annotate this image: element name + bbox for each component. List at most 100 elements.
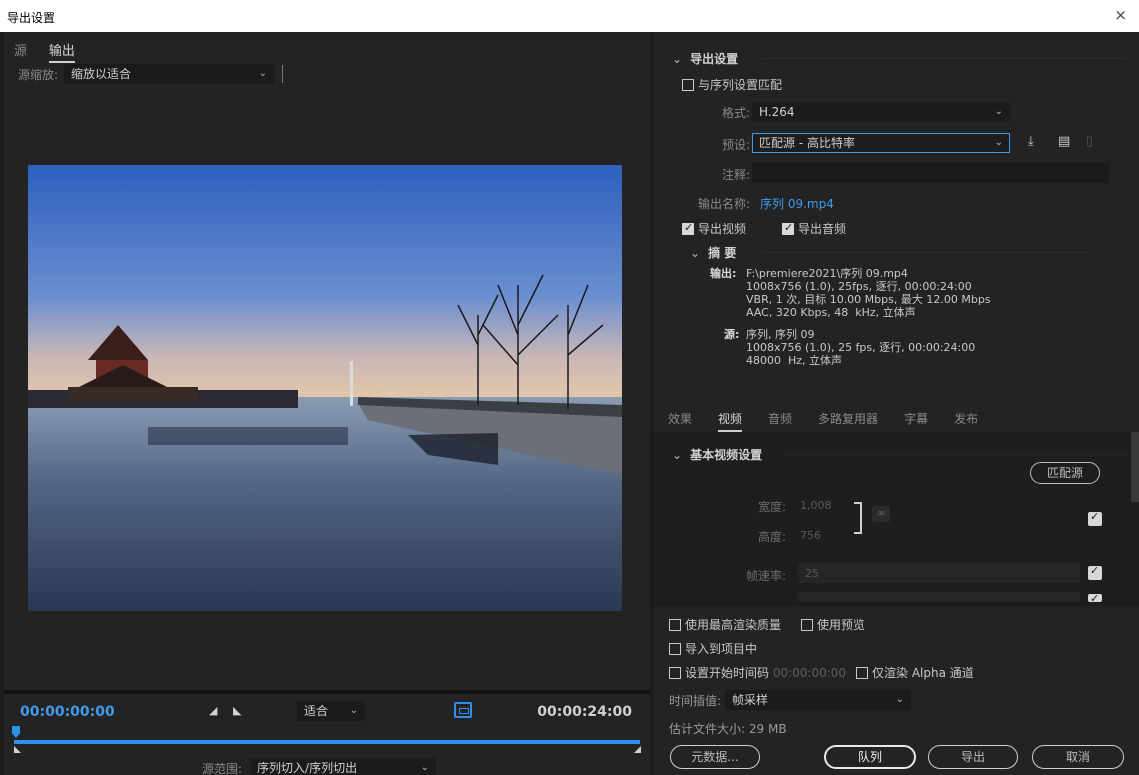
tab-effects[interactable]: 效果 (668, 410, 692, 432)
comment-label: 注释: (721, 168, 750, 182)
render-alpha-only-checkbox[interactable]: 仅渲染 Alpha 通道 (856, 664, 974, 681)
window-title: 导出设置 (7, 11, 56, 25)
format-label: 格式: (721, 106, 750, 120)
timeline-range-bar[interactable] (14, 740, 640, 744)
tab-video[interactable]: 视频 (718, 410, 743, 432)
export-settings-header[interactable]: ⌄ 导出设置 (672, 50, 738, 67)
preset-dropdown[interactable]: 匹配源 - 高比特率 ⌄ (752, 133, 1010, 153)
field-order-dropdown[interactable] (798, 592, 1080, 602)
video-preview (28, 165, 622, 611)
chevron-down-icon: ⌄ (994, 106, 1003, 117)
tab-publish[interactable]: 发布 (954, 410, 978, 432)
trash-icon[interactable]: ▯ (1086, 134, 1093, 149)
in-point-handle[interactable] (14, 746, 21, 753)
source-range-dropdown[interactable]: 序列切入/序列切出 ⌄ (250, 758, 437, 775)
queue-button[interactable]: 队列 (824, 745, 916, 769)
comment-input[interactable] (752, 163, 1109, 183)
set-start-timecode-label: 设置开始时间码 (685, 666, 770, 680)
basic-video-header[interactable]: ⌄ 基本视频设置 (672, 446, 762, 463)
chain-link-icon[interactable]: ∞ (872, 506, 890, 522)
out-point-handle[interactable] (634, 746, 641, 753)
basic-video-title: 基本视频设置 (690, 448, 763, 462)
duration-timecode: 00:00:24:00 (537, 704, 632, 720)
source-scaling-value: 缩放以适合 (71, 67, 132, 81)
start-timecode-value[interactable]: 00:00:00:00 (773, 666, 846, 680)
field-order-override-checkbox[interactable] (1088, 592, 1102, 605)
cancel-button[interactable]: 取消 (1032, 745, 1124, 769)
match-source-button[interactable]: 匹配源 (1030, 462, 1100, 484)
output-name-link[interactable]: 序列 09.mp4 (760, 195, 834, 212)
fit-dropdown[interactable]: 适合 ⌄ (297, 701, 365, 721)
height-value[interactable]: 756 (800, 529, 821, 542)
tab-source[interactable]: 源 (14, 40, 27, 61)
checkbox-box (682, 79, 694, 91)
preview-image (28, 165, 622, 611)
checkbox-box (669, 619, 681, 631)
render-options-panel: 使用最高渲染质量 使用预览 导入到项目中 设置开始时间码 00:00:00:00… (654, 606, 1139, 775)
output-name-label: 输出名称: (697, 197, 750, 211)
time-interpolation-dropdown[interactable]: 帧采样 ⌄ (725, 690, 912, 710)
scrollbar-thumb[interactable] (1131, 432, 1139, 502)
window-titlebar: 导出设置 × (0, 0, 1139, 32)
framerate-override-checkbox[interactable] (1088, 564, 1102, 580)
framerate-dropdown[interactable]: 25 (798, 563, 1080, 583)
import-into-project-label: 导入到项目中 (685, 642, 758, 656)
metadata-button[interactable]: 元数据... (670, 745, 760, 769)
aspect-correct-icon[interactable] (454, 702, 472, 718)
chevron-down-icon: ⌄ (349, 705, 358, 716)
chevron-down-icon: ⌄ (672, 52, 683, 66)
height-label: 高度: (758, 530, 787, 544)
set-start-timecode-checkbox[interactable]: 设置开始时间码 00:00:00:00 (669, 664, 846, 681)
summary-source-line: 48000 Hz, 立体声 (746, 354, 843, 367)
divider (762, 58, 1127, 59)
checkbox-box (669, 643, 681, 655)
chevron-down-icon: ⌄ (994, 137, 1003, 148)
fit-value: 适合 (304, 704, 329, 718)
source-range-row: 源范围: 序列切入/序列切出 ⌄ (202, 758, 437, 775)
summary-header[interactable]: ⌄ 摘 要 (690, 244, 736, 261)
divider (762, 252, 1092, 253)
source-range-label: 源范围: (202, 761, 243, 775)
checkbox-box (782, 221, 794, 235)
width-height-override-checkbox[interactable] (1088, 510, 1102, 526)
framerate-value: 25 (805, 567, 819, 580)
current-timecode[interactable]: 00:00:00:00 (20, 704, 115, 720)
time-interpolation-value: 帧采样 (732, 693, 769, 707)
tab-output[interactable]: 输出 (48, 40, 75, 63)
estimated-size-value: 29 MB (748, 722, 787, 736)
transport-divider (4, 690, 650, 694)
mark-in-out-buttons[interactable]: ◢ ◣ (209, 704, 247, 717)
export-button[interactable]: 导出 (928, 745, 1018, 769)
format-dropdown[interactable]: H.264 ⌄ (752, 102, 1010, 122)
divider (786, 454, 1126, 455)
close-icon[interactable]: × (1114, 6, 1127, 24)
summary-title: 摘 要 (708, 246, 737, 260)
time-interpolation-row: 时间插值: 帧采样 ⌄ (669, 690, 912, 710)
checkbox-box (856, 667, 868, 679)
match-sequence-checkbox[interactable]: 与序列设置匹配 (682, 76, 782, 93)
width-value[interactable]: 1,008 (800, 499, 832, 512)
import-into-project-checkbox[interactable]: 导入到项目中 (669, 640, 757, 657)
preview-panel: 源 输出 源缩放: 缩放以适合 ⌄ 00:00:00:00 ◢ ◣ 适合 ⌄ 0… (4, 32, 650, 775)
summary-source-label: 源: (724, 328, 740, 341)
export-video-checkbox[interactable]: 导出视频 (682, 220, 746, 237)
summary-output-label: 输出: (710, 267, 737, 280)
playhead-icon[interactable] (12, 726, 20, 738)
source-scaling-row: 源缩放: 缩放以适合 ⌄ (18, 64, 284, 84)
tab-multiplexer[interactable]: 多路复用器 (818, 410, 878, 432)
width-label: 宽度: (758, 500, 787, 514)
checkbox-box (669, 667, 681, 679)
summary-source-line: 序列, 序列 09 (746, 328, 815, 341)
export-audio-checkbox[interactable]: 导出音频 (782, 220, 846, 237)
chevron-down-icon: ⌄ (895, 694, 905, 705)
divider (282, 65, 284, 83)
import-preset-icon[interactable]: ▤ (1058, 134, 1070, 149)
max-render-quality-checkbox[interactable]: 使用最高渲染质量 (669, 616, 781, 633)
tab-captions[interactable]: 字幕 (904, 410, 928, 432)
source-scaling-dropdown[interactable]: 缩放以适合 ⌄ (64, 64, 275, 84)
chevron-down-icon: ⌄ (420, 762, 430, 773)
download-icon[interactable]: ⤓ (1028, 134, 1034, 149)
tab-audio[interactable]: 音频 (768, 410, 792, 432)
use-previews-checkbox[interactable]: 使用预览 (801, 616, 865, 633)
export-video-label: 导出视频 (698, 222, 747, 236)
